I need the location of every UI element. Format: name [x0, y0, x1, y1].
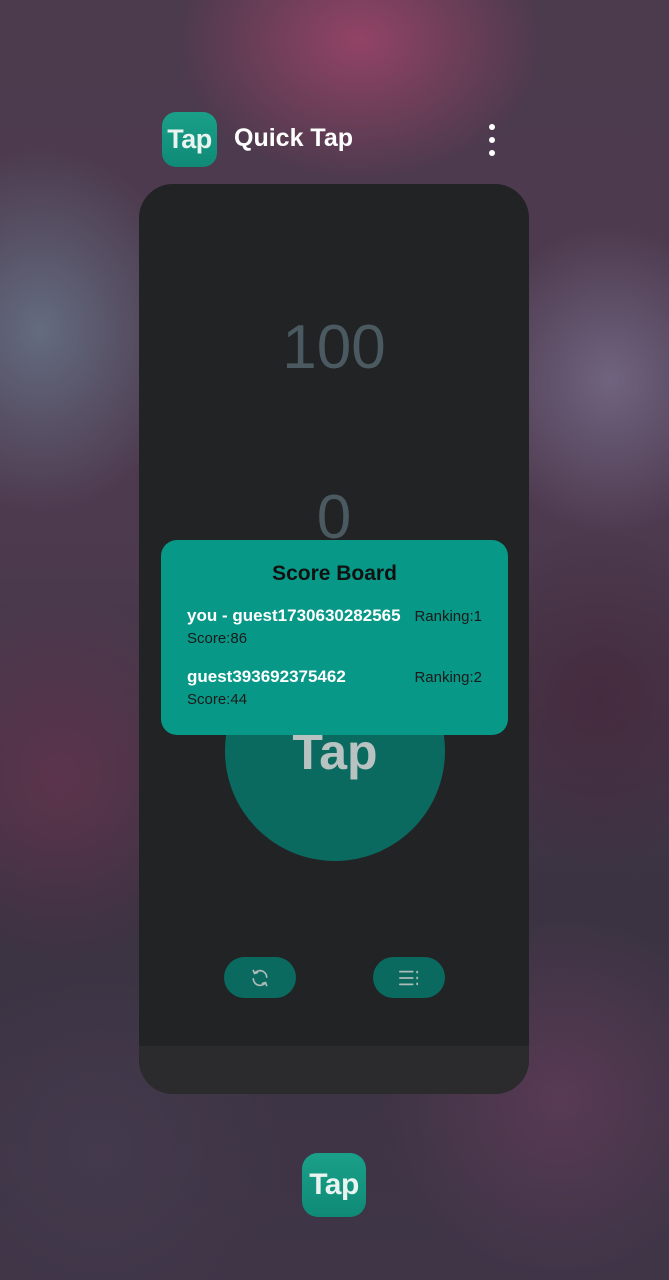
- more-dot: [489, 150, 495, 156]
- refresh-button[interactable]: [224, 957, 296, 998]
- app-icon[interactable]: Tap: [162, 112, 217, 167]
- more-vertical-icon[interactable]: [482, 124, 502, 156]
- timer-display: 100: [282, 313, 386, 382]
- player-score: Score:44: [187, 691, 248, 708]
- player-name: guest393692375462: [187, 667, 346, 686]
- recents-screen: Tap Quick Tap 100 0 Tap Score Board you …: [0, 0, 669, 1280]
- scoreboard-dialog: Score Board you - guest1730630282565 Ran…: [161, 540, 508, 735]
- player-ranking: Ranking:1: [414, 608, 482, 625]
- card-bottom-bar: [139, 1046, 529, 1094]
- player-score: Score:86: [187, 630, 248, 647]
- scoreboard-title: Score Board: [272, 562, 397, 585]
- scoreboard-row: you - guest1730630282565 Ranking:1 Score…: [187, 606, 482, 650]
- player-name: you - guest1730630282565: [187, 606, 401, 625]
- more-dot: [489, 124, 495, 130]
- app-title: Quick Tap: [234, 124, 354, 152]
- scoreboard-row: guest393692375462 Ranking:2 Score:44: [187, 667, 482, 711]
- app-header: Tap Quick Tap: [162, 112, 512, 168]
- refresh-icon: [252, 969, 268, 986]
- list-icon: [398, 970, 419, 985]
- leaderboard-button[interactable]: [373, 957, 445, 998]
- more-dot: [489, 137, 495, 143]
- player-ranking: Ranking:2: [414, 669, 482, 686]
- dock-app-icon[interactable]: Tap: [302, 1153, 366, 1217]
